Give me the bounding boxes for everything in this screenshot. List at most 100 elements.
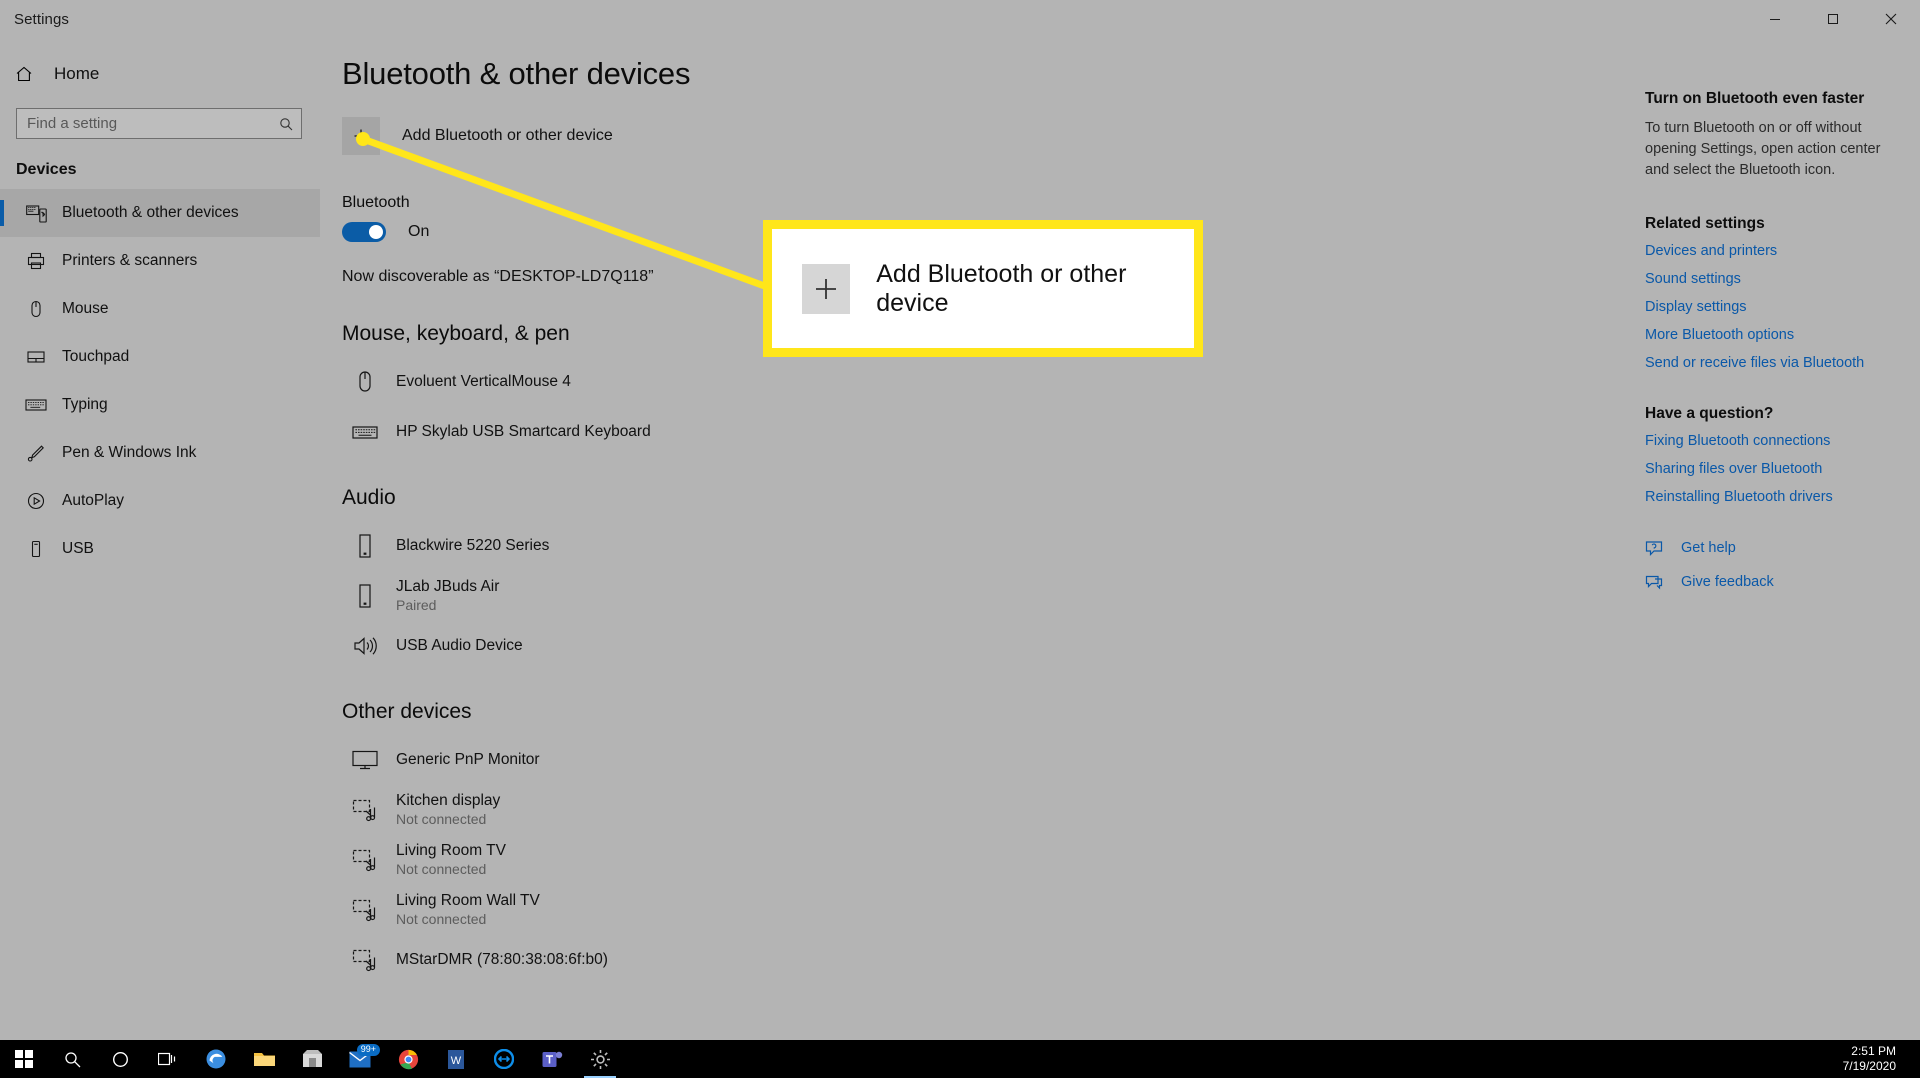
teams-icon[interactable] <box>528 1040 576 1078</box>
home-label: Home <box>54 64 99 84</box>
question-link-reinstalling-bluetooth-drivers[interactable]: Reinstalling Bluetooth drivers <box>1645 489 1901 505</box>
device-status: Paired <box>396 597 499 615</box>
device-row[interactable]: USB Audio Device <box>342 624 1600 668</box>
device-status: Not connected <box>396 811 500 829</box>
device-name: HP Skylab USB Smartcard Keyboard <box>396 422 651 442</box>
sidebar-item-typing[interactable]: Typing <box>0 381 320 429</box>
speaker-icon <box>342 626 388 666</box>
device-status: Not connected <box>396 911 540 929</box>
file-explorer-icon[interactable] <box>240 1040 288 1078</box>
related-link-devices-and-printers[interactable]: Devices and printers <box>1645 243 1901 259</box>
device-text: Blackwire 5220 Series <box>396 536 549 556</box>
device-name: Evoluent VerticalMouse 4 <box>396 372 571 392</box>
related-link-display-settings[interactable]: Display settings <box>1645 299 1901 315</box>
word-icon[interactable]: W <box>432 1040 480 1078</box>
device-row[interactable]: Evoluent VerticalMouse 4 <box>342 360 1600 404</box>
search-input[interactable] <box>17 109 271 138</box>
mouse-icon <box>16 299 56 319</box>
search-icon <box>271 117 301 131</box>
maximize-button[interactable] <box>1804 0 1862 38</box>
cast-media-icon <box>342 890 388 930</box>
device-text: Generic PnP Monitor <box>396 750 540 770</box>
tip-block: Turn on Bluetooth even faster To turn Bl… <box>1645 90 1901 181</box>
sidebar-item-label: Touchpad <box>62 348 129 366</box>
device-name: Generic PnP Monitor <box>396 750 540 770</box>
sidebar-item-touchpad[interactable]: Touchpad <box>0 333 320 381</box>
autoplay-icon <box>16 491 56 511</box>
related-link-more-bluetooth-options[interactable]: More Bluetooth options <box>1645 327 1901 343</box>
device-row[interactable]: Generic PnP Monitor <box>342 738 1600 782</box>
device-name: JLab JBuds Air <box>396 577 499 597</box>
device-text: Living Room Wall TV Not connected <box>396 891 540 929</box>
device-row[interactable]: MStarDMR (78:80:38:08:6f:b0) <box>342 938 1600 982</box>
device-row[interactable]: Kitchen display Not connected <box>342 788 1600 832</box>
sidebar-item-usb[interactable]: USB <box>0 525 320 573</box>
microsoft-store-icon[interactable] <box>288 1040 336 1078</box>
teamviewer-icon[interactable] <box>480 1040 528 1078</box>
page-title: Bluetooth & other devices <box>342 56 1600 92</box>
group-title: Audio <box>342 486 1600 510</box>
monitor-icon <box>342 740 388 780</box>
device-row[interactable]: HP Skylab USB Smartcard Keyboard <box>342 410 1600 454</box>
clock[interactable]: 2:51 PM 7/19/2020 <box>1843 1044 1896 1074</box>
window-controls <box>1746 0 1920 38</box>
keyboard-icon <box>16 397 56 413</box>
cast-media-icon <box>342 840 388 880</box>
right-rail: Turn on Bluetooth even faster To turn Bl… <box>1645 90 1901 625</box>
sidebar-item-printers-scanners[interactable]: Printers & scanners <box>0 237 320 285</box>
add-device-label: Add Bluetooth or other device <box>402 127 613 145</box>
mail-icon[interactable]: 99+ <box>336 1040 384 1078</box>
headset-icon <box>342 576 388 616</box>
bluetooth-toggle[interactable] <box>342 222 386 242</box>
taskbar: 99+ W 2:51 PM 7/19/2020 <box>0 1040 1920 1078</box>
related-link-sound-settings[interactable]: Sound settings <box>1645 271 1901 287</box>
sidebar-item-mouse[interactable]: Mouse <box>0 285 320 333</box>
callout-label: Add Bluetooth or other device <box>876 260 1194 318</box>
sidebar-item-label: Bluetooth & other devices <box>62 204 239 222</box>
device-group: Audio Blackwire 5220 Series JLab JBuds A… <box>342 486 1600 668</box>
device-text: JLab JBuds Air Paired <box>396 577 499 615</box>
get-help-row[interactable]: Get help <box>1645 539 1901 557</box>
device-name: Living Room Wall TV <box>396 891 540 911</box>
clock-time: 2:51 PM <box>1843 1044 1896 1059</box>
sidebar-item-autoplay[interactable]: AutoPlay <box>0 477 320 525</box>
sidebar-item-label: Pen & Windows Ink <box>62 444 196 462</box>
question-link-fixing-bluetooth-connections[interactable]: Fixing Bluetooth connections <box>1645 433 1901 449</box>
mail-badge: 99+ <box>357 1044 380 1056</box>
sidebar-item-label: Typing <box>62 396 108 414</box>
device-text: Kitchen display Not connected <box>396 791 500 829</box>
system-tray: 2:51 PM 7/19/2020 <box>1843 1044 1920 1074</box>
related-link-send-receive-files[interactable]: Send or receive files via Bluetooth <box>1645 355 1901 371</box>
have-a-question-title: Have a question? <box>1645 405 1901 423</box>
settings-icon[interactable] <box>576 1040 624 1078</box>
sidebar-item-pen-windows-ink[interactable]: Pen & Windows Ink <box>0 429 320 477</box>
headset-icon <box>342 526 388 566</box>
device-name: USB Audio Device <box>396 636 523 656</box>
search-box[interactable] <box>16 108 302 139</box>
sidebar-nav-list: Bluetooth & other devices Printers & sca… <box>0 189 320 573</box>
give-feedback-row[interactable]: Give feedback <box>1645 573 1901 591</box>
device-row[interactable]: Living Room Wall TV Not connected <box>342 888 1600 932</box>
device-status: Not connected <box>396 861 506 879</box>
start-button[interactable] <box>0 1040 48 1078</box>
sidebar-item-home[interactable]: Home <box>0 52 320 96</box>
device-text: HP Skylab USB Smartcard Keyboard <box>396 422 651 442</box>
sidebar-item-label: USB <box>62 540 94 558</box>
task-view-icon[interactable] <box>144 1040 192 1078</box>
title-bar: Settings <box>0 0 1920 38</box>
question-link-sharing-files-over-bluetooth[interactable]: Sharing files over Bluetooth <box>1645 461 1901 477</box>
cortana-icon[interactable] <box>96 1040 144 1078</box>
device-row[interactable]: Living Room TV Not connected <box>342 838 1600 882</box>
chrome-icon[interactable] <box>384 1040 432 1078</box>
annotation-callout: Add Bluetooth or other device <box>763 220 1203 357</box>
device-row[interactable]: JLab JBuds Air Paired <box>342 574 1600 618</box>
close-button[interactable] <box>1862 0 1920 38</box>
add-bluetooth-device-button[interactable]: Add Bluetooth or other device <box>342 118 1600 154</box>
minimize-button[interactable] <box>1746 0 1804 38</box>
edge-icon[interactable] <box>192 1040 240 1078</box>
give-feedback-label: Give feedback <box>1681 574 1774 590</box>
search-icon[interactable] <box>48 1040 96 1078</box>
have-a-question-block: Have a question? Fixing Bluetooth connec… <box>1645 405 1901 505</box>
sidebar-item-bluetooth-other-devices[interactable]: Bluetooth & other devices <box>0 189 320 237</box>
device-row[interactable]: Blackwire 5220 Series <box>342 524 1600 568</box>
